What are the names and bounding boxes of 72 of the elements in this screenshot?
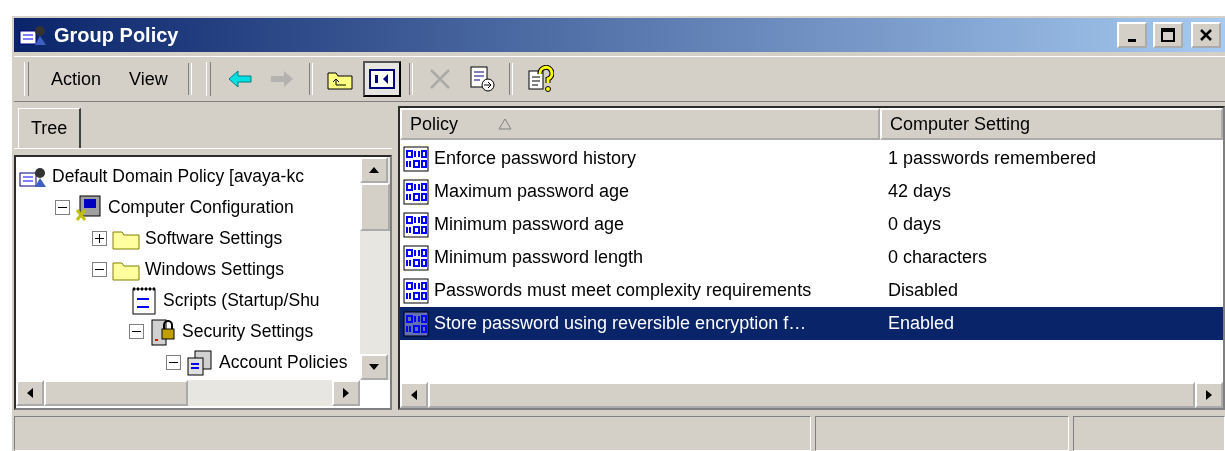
- help-icon: [525, 65, 554, 93]
- script-document-icon: [129, 285, 159, 316]
- forward-arrow-icon: [268, 69, 295, 89]
- tree-item[interactable]: Account Policies: [219, 352, 348, 373]
- scroll-left-button[interactable]: [16, 380, 44, 406]
- policy-row[interactable]: Store password using reversible encryption f… Enabled: [400, 307, 1223, 340]
- binary-policy-icon: [402, 144, 432, 173]
- computers-icon: [185, 348, 215, 377]
- expand-toggle[interactable]: [92, 231, 107, 246]
- scroll-left-button[interactable]: [400, 382, 428, 408]
- split-pane-icon: [368, 68, 395, 90]
- table-cell: Enforce password history: [400, 144, 886, 173]
- table-cell-text: Disabled: [887, 280, 960, 301]
- binary-policy-icon: [402, 210, 432, 239]
- tree-item[interactable]: Security Settings: [182, 321, 314, 342]
- menu-item[interactable]: View: [117, 64, 180, 94]
- back-arrow-icon: [226, 69, 253, 89]
- policy-row[interactable]: Maximum password age 42 days: [400, 175, 1223, 208]
- delete-x-icon: [427, 67, 452, 91]
- minimize-button[interactable]: [1117, 22, 1147, 48]
- scroll-thumb[interactable]: [44, 380, 188, 406]
- table-cell-text: Enabled: [887, 313, 956, 334]
- scroll-down-button[interactable]: [360, 354, 388, 380]
- policy-row[interactable]: Enforce password history 1 passwords remembered: [400, 142, 1223, 175]
- policy-row[interactable]: Minimum password length 0 characters: [400, 241, 1223, 274]
- column-header[interactable]: Computer Setting: [880, 108, 1223, 140]
- window-title: Group Policy: [54, 23, 180, 47]
- scroll-right-button[interactable]: [332, 380, 360, 406]
- pane-button[interactable]: [362, 61, 401, 97]
- collapse-toggle[interactable]: [166, 355, 181, 370]
- minimize-icon: [1128, 38, 1136, 42]
- collapse-toggle[interactable]: [92, 262, 107, 277]
- maximize-button[interactable]: [1153, 22, 1183, 48]
- binary-policy-icon: [402, 309, 432, 338]
- horizontal-scrollbar[interactable]: [16, 380, 360, 406]
- scroll-thumb[interactable]: [360, 183, 390, 231]
- table-cell-text: 42 days: [887, 181, 953, 202]
- tree-item[interactable]: Software Settings: [145, 228, 283, 249]
- scroll-right-button[interactable]: [1195, 382, 1223, 408]
- binary-policy-icon: [402, 243, 432, 272]
- policy-scroll-icon: [18, 23, 48, 47]
- table-cell: Minimum password age: [400, 210, 886, 239]
- table-cell: Minimum password length: [400, 243, 886, 272]
- column-header[interactable]: Policy: [400, 108, 880, 140]
- binary-policy-icon: [402, 276, 432, 305]
- policy-row[interactable]: Passwords must meet complexity requirements Disabled: [400, 274, 1223, 307]
- menu-item[interactable]: Action: [39, 64, 114, 94]
- vertical-scrollbar[interactable]: [360, 157, 390, 380]
- table-cell-text: 0 days: [887, 214, 943, 235]
- close-icon: [1199, 28, 1213, 42]
- tab[interactable]: Tree: [18, 108, 82, 148]
- export-list-icon: [467, 65, 496, 93]
- server-lock-icon: [148, 316, 178, 347]
- maximize-icon: [1161, 28, 1175, 42]
- plus-icon: [95, 234, 104, 243]
- tree-item[interactable]: Computer Configuration: [108, 197, 294, 218]
- tree-item[interactable]: Windows Settings: [145, 259, 285, 280]
- binary-policy-icon: [402, 177, 432, 206]
- close-button[interactable]: [1191, 22, 1221, 48]
- table-cell-text: 1 passwords remembered: [887, 148, 1098, 169]
- table-cell: Maximum password age: [400, 177, 886, 206]
- policy-row[interactable]: Minimum password age 0 days: [400, 208, 1223, 241]
- collapse-toggle[interactable]: [55, 200, 70, 215]
- table-cell-text: 0 characters: [887, 247, 989, 268]
- tree-item[interactable]: Default Domain Policy [avaya-kc: [52, 166, 304, 187]
- sort-ascending-icon: [498, 118, 512, 130]
- collapse-toggle[interactable]: [129, 324, 144, 339]
- table-cell: Passwords must meet complexity requirements: [400, 276, 886, 305]
- tree-item[interactable]: Scripts (Startup/Shu: [163, 290, 320, 311]
- scroll-up-button[interactable]: [360, 157, 388, 183]
- computer-icon: [74, 193, 104, 222]
- table-cell: Store password using reversible encryption f…: [400, 309, 886, 338]
